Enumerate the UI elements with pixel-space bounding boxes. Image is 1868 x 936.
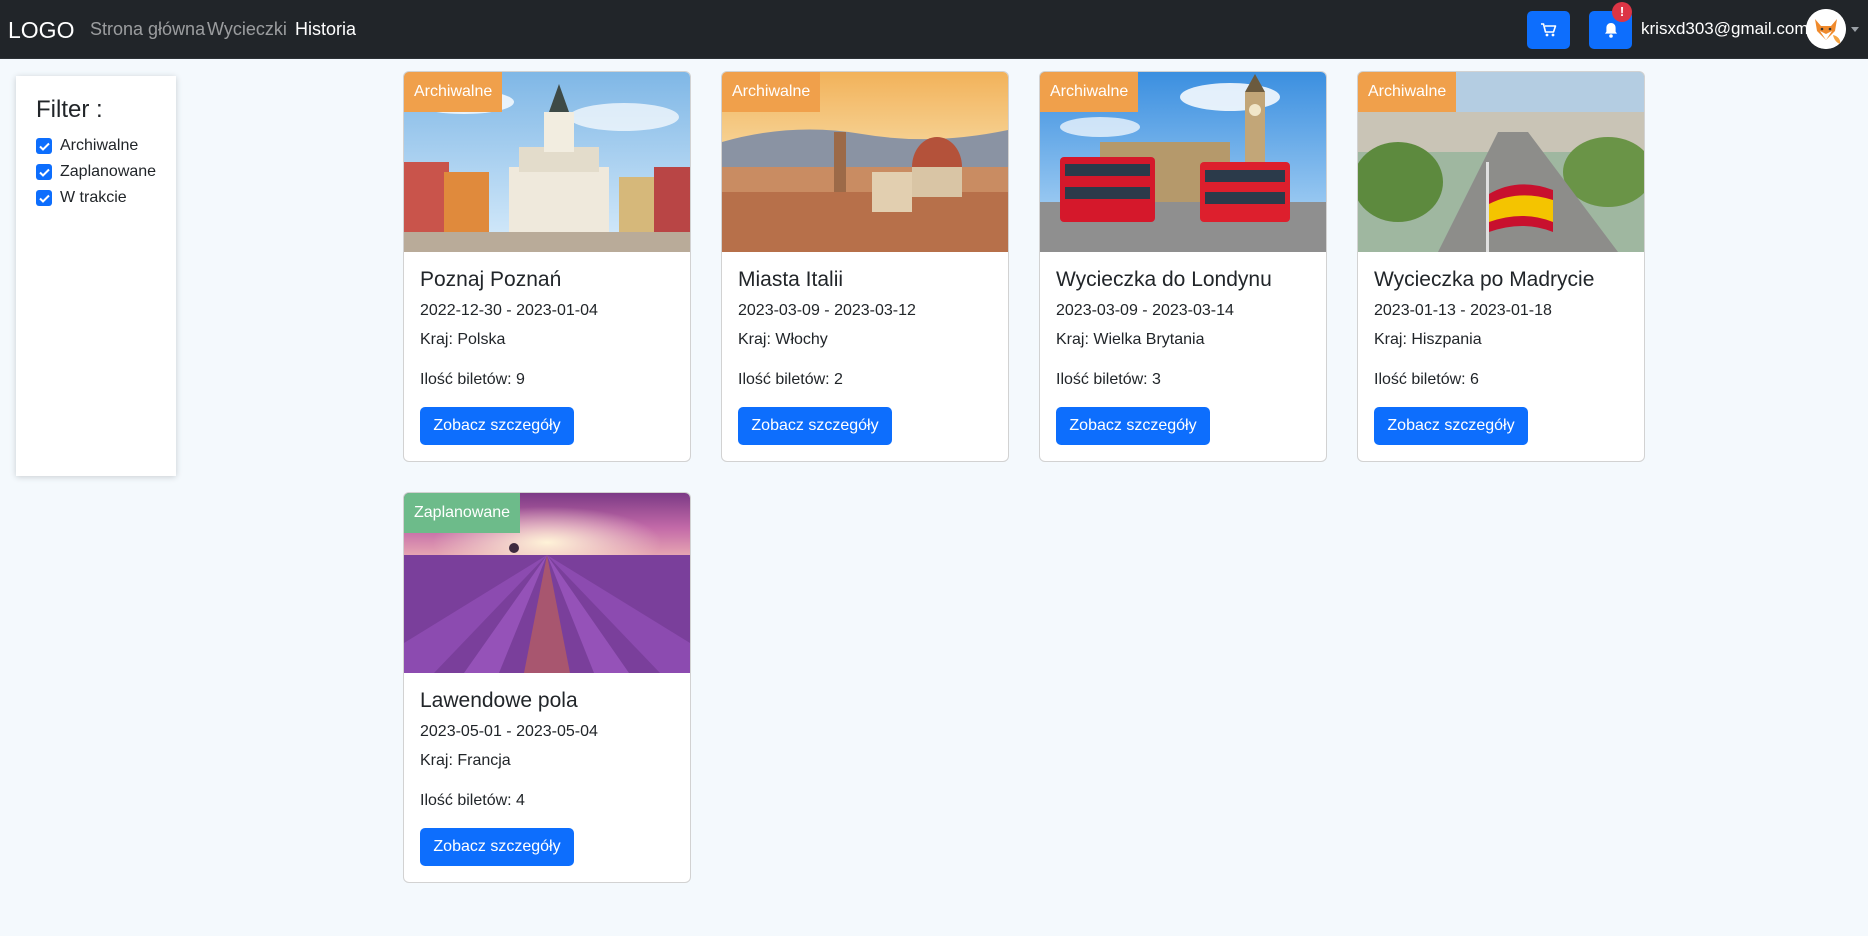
avatar[interactable] (1806, 9, 1846, 49)
navbar: LOGO Strona główna Wycieczki Historia ! … (0, 0, 1868, 59)
details-button[interactable]: Zobacz szczegóły (1056, 407, 1210, 445)
details-button[interactable]: Zobacz szczegóły (1374, 407, 1528, 445)
nav-link-home[interactable]: Strona główna (90, 19, 205, 40)
card-dates: 2023-01-13 - 2023-01-18 (1374, 302, 1552, 319)
filter-option-archival[interactable]: Archiwalne (36, 136, 138, 156)
filter-label: Archiwalne (60, 137, 139, 154)
check-icon (38, 142, 50, 151)
details-button[interactable]: Zobacz szczegóły (420, 828, 574, 866)
card-country: Kraj: Polska (420, 331, 506, 348)
status-badge: Archiwalne (722, 72, 821, 112)
nav-link-trips[interactable]: Wycieczki (207, 19, 287, 40)
filter-panel: Filter : Archiwalne Zaplanowane W trakci… (16, 76, 176, 476)
status-badge: Archiwalne (1040, 72, 1139, 112)
card-dates: 2023-05-01 - 2023-05-04 (420, 723, 598, 740)
card-title: Wycieczka do Londynu (1056, 268, 1272, 291)
card-dates: 2022-12-30 - 2023-01-04 (420, 302, 598, 319)
card-country: Kraj: Włochy (738, 331, 828, 348)
details-button[interactable]: Zobacz szczegóły (420, 407, 574, 445)
card-title: Wycieczka po Madrycie (1374, 268, 1595, 291)
bell-icon (1604, 23, 1617, 38)
trip-card: Zaplanowane Lawendowe pola 2023-05-01 - … (403, 492, 691, 883)
card-title: Poznaj Poznań (420, 268, 562, 291)
card-tickets: Ilość biletów: 4 (420, 792, 525, 809)
card-dates: 2023-03-09 - 2023-03-14 (1056, 302, 1234, 319)
trip-card: Archiwalne Wycieczka do Londynu 2023-03-… (1039, 71, 1327, 462)
checkbox-archival[interactable] (36, 138, 52, 154)
filter-label: W trakcie (60, 189, 127, 206)
filter-option-planned[interactable]: Zaplanowane (36, 162, 156, 182)
card-dates: 2023-03-09 - 2023-03-12 (738, 302, 916, 319)
brand-logo[interactable]: LOGO (8, 17, 74, 44)
checkbox-planned[interactable] (36, 164, 52, 180)
card-tickets: Ilość biletów: 6 (1374, 371, 1479, 388)
nav-link-history[interactable]: Historia (295, 19, 356, 40)
card-country: Kraj: Wielka Brytania (1056, 331, 1205, 348)
card-tickets: Ilość biletów: 9 (420, 371, 525, 388)
checkbox-in-progress[interactable] (36, 190, 52, 206)
trip-card: Archiwalne Wycieczka po Madrycie 2023-01… (1357, 71, 1645, 462)
filter-title: Filter : (36, 96, 103, 123)
card-title: Miasta Italii (738, 268, 844, 291)
status-badge: Archiwalne (1358, 72, 1457, 112)
status-badge: Zaplanowane (404, 493, 521, 533)
card-country: Kraj: Hiszpania (1374, 331, 1482, 348)
card-country: Kraj: Francja (420, 752, 511, 769)
card-tickets: Ilość biletów: 3 (1056, 371, 1161, 388)
card-title: Lawendowe pola (420, 689, 578, 712)
trip-card: Archiwalne Miasta Italii 2023-03-09 - 20… (721, 71, 1009, 462)
user-email[interactable]: krisxd303@gmail.com (1641, 19, 1808, 39)
cart-icon (1540, 23, 1556, 37)
check-icon (38, 168, 50, 177)
card-tickets: Ilość biletów: 2 (738, 371, 843, 388)
status-badge: Archiwalne (404, 72, 503, 112)
fox-avatar-icon (1806, 9, 1846, 49)
chevron-down-icon[interactable] (1851, 27, 1859, 32)
trip-card: Archiwalne Poznaj Poznań 2022-12-30 - 20… (403, 71, 691, 462)
filter-option-in-progress[interactable]: W trakcie (36, 188, 127, 208)
check-icon (38, 194, 50, 203)
filter-label: Zaplanowane (60, 163, 157, 180)
details-button[interactable]: Zobacz szczegóły (738, 407, 892, 445)
notification-badge: ! (1612, 2, 1632, 22)
cart-button[interactable] (1527, 11, 1570, 49)
